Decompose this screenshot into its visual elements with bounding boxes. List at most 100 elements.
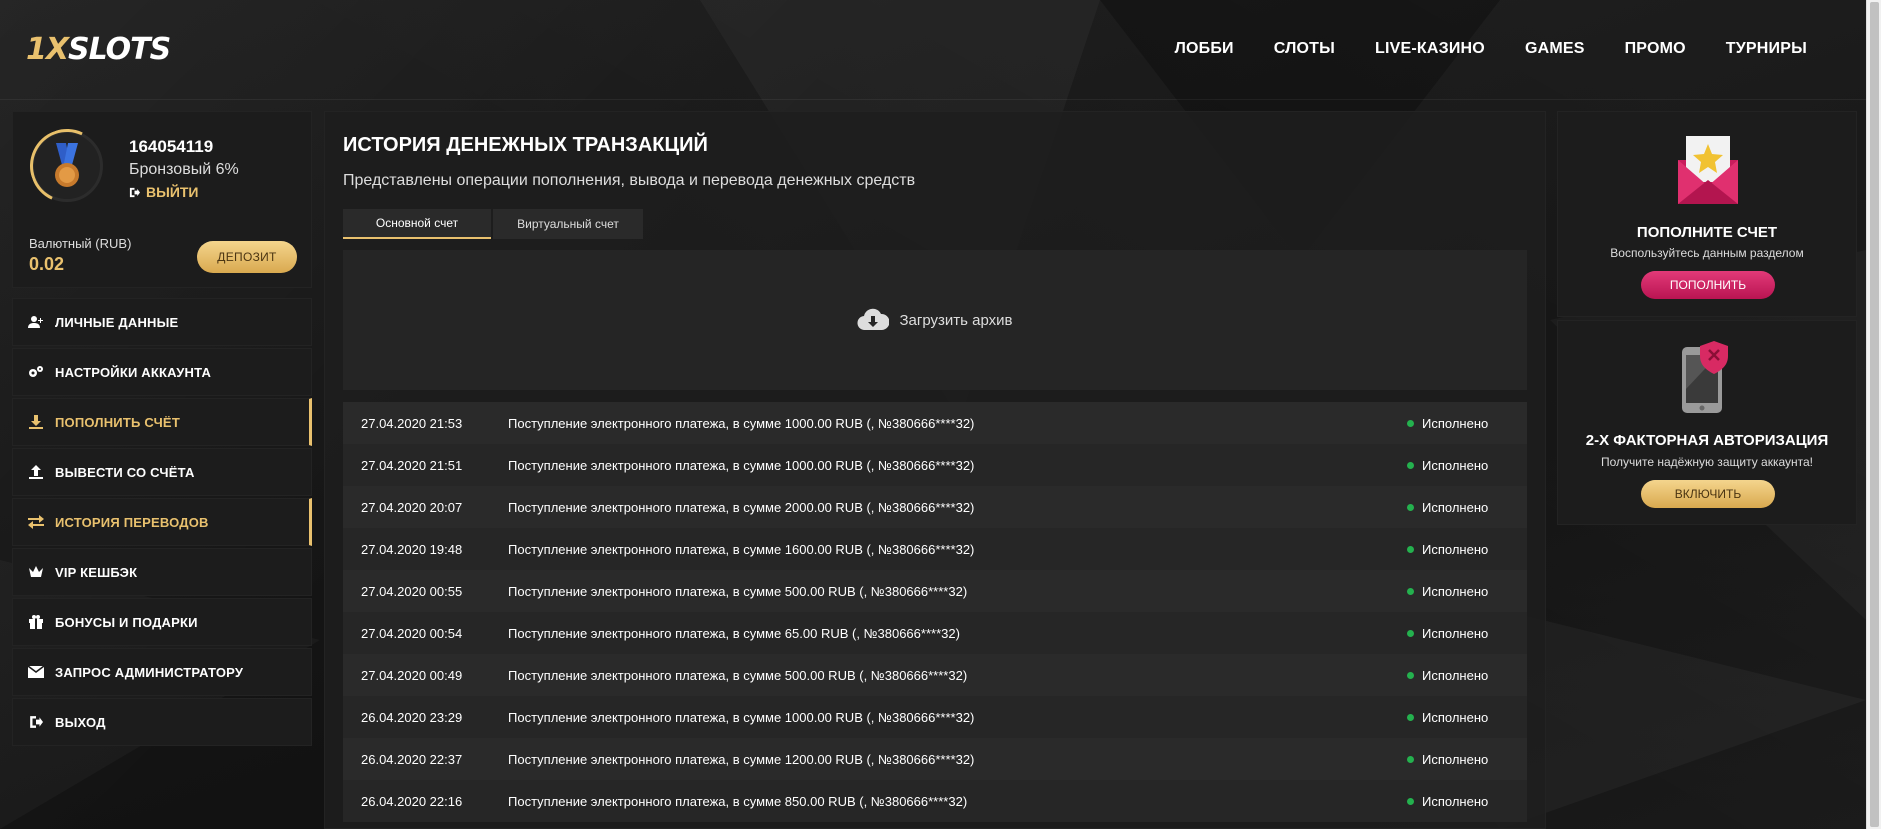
- status-dot: [1407, 629, 1414, 637]
- status-label: Исполнено: [1422, 793, 1489, 809]
- enable-2fa-button[interactable]: ВКЛЮЧИТЬ: [1641, 480, 1775, 508]
- nav-lobby[interactable]: ЛОББИ: [1175, 40, 1234, 58]
- table-row: 27.04.2020 00:54 Поступление электронног…: [343, 612, 1527, 654]
- scrollbar-thumb[interactable]: [1870, 2, 1879, 827]
- nav-promo[interactable]: ПРОМО: [1625, 40, 1686, 58]
- menu-label: ЛИЧНЫЕ ДАННЫЕ: [55, 314, 179, 330]
- table-row: 27.04.2020 19:48 Поступление электронног…: [343, 528, 1527, 570]
- status-dot: [1407, 461, 1414, 469]
- tx-description: Поступление электронного платежа, в сумм…: [508, 415, 975, 431]
- table-row: 27.04.2020 21:51 Поступление электронног…: [343, 444, 1527, 486]
- upload-archive-label: Загрузить архив: [899, 311, 1013, 329]
- status-dot: [1407, 587, 1414, 595]
- status-dot: [1407, 713, 1414, 721]
- menu-label: ЗАПРОС АДМИНИСТРАТОРУ: [55, 664, 244, 680]
- nav-tournaments[interactable]: ТУРНИРЫ: [1726, 40, 1807, 58]
- status-label: Исполнено: [1422, 583, 1489, 599]
- transactions-panel: ИСТОРИЯ ДЕНЕЖНЫХ ТРАНЗАКЦИЙ Представлены…: [324, 111, 1546, 829]
- download-icon: [27, 414, 45, 430]
- menu-item-admin-request[interactable]: ЗАПРОС АДМИНИСТРАТОРУ: [12, 648, 312, 696]
- table-row: 26.04.2020 22:37 Поступление электронног…: [343, 738, 1527, 780]
- tx-date: 26.04.2020 22:37: [361, 751, 463, 767]
- tx-description: Поступление электронного платежа, в сумм…: [508, 499, 975, 515]
- nav-slots[interactable]: СЛОТЫ: [1274, 40, 1335, 58]
- tab-virtual-account[interactable]: Виртуальный счет: [493, 209, 643, 239]
- tx-date: 27.04.2020 00:49: [361, 667, 463, 683]
- status-dot: [1407, 545, 1414, 553]
- user-id: 164054119: [129, 137, 214, 156]
- page-subtitle: Представлены операции пополнения, вывода…: [343, 172, 916, 189]
- logo-part2: SLOTS: [68, 32, 171, 67]
- account-menu: ЛИЧНЫЕ ДАННЫЕ НАСТРОЙКИ АККАУНТА ПОПОЛНИ…: [12, 298, 312, 748]
- tx-description: Поступление электронного платежа, в сумм…: [508, 667, 968, 683]
- main-nav: ЛОББИ СЛОТЫ LIVE-КАЗИНО GAMES ПРОМО ТУРН…: [1175, 40, 1807, 58]
- top-up-button[interactable]: ПОПОЛНИТЬ: [1641, 271, 1775, 299]
- menu-item-transfer-history[interactable]: ИСТОРИЯ ПЕРЕВОДОВ: [12, 498, 312, 546]
- menu-label: ВЫХОД: [55, 714, 106, 730]
- crown-icon: [27, 564, 45, 580]
- tx-status: Исполнено: [1407, 542, 1527, 557]
- card-description: Воспользуйтесь данным разделом: [1610, 246, 1804, 260]
- cloud-download-icon: [857, 308, 890, 331]
- menu-item-vip-cashback[interactable]: VIP КЕШБЭК: [12, 548, 312, 596]
- nav-live-casino[interactable]: LIVE-КАЗИНО: [1375, 40, 1485, 58]
- gift-icon: [27, 614, 45, 630]
- phone-shield-icon: [1682, 341, 1728, 413]
- sign-out-icon: [27, 714, 45, 730]
- account-tabs: Основной счет Виртуальный счет: [343, 209, 643, 239]
- tx-date: 26.04.2020 22:16: [361, 793, 463, 809]
- transactions-table: 27.04.2020 21:53 Поступление электронног…: [343, 402, 1527, 822]
- menu-label: ВЫВЕСТИ СО СЧЁТА: [55, 464, 195, 480]
- tx-description: Поступление электронного платежа, в сумм…: [508, 751, 975, 767]
- table-row: 26.04.2020 22:16 Поступление электронног…: [343, 780, 1527, 822]
- tx-status: Исполнено: [1407, 500, 1527, 515]
- tab-main-account[interactable]: Основной счет: [343, 209, 491, 239]
- status-dot: [1407, 503, 1414, 511]
- status-dot: [1407, 797, 1414, 805]
- tx-description: Поступление электронного платежа, в сумм…: [508, 709, 975, 725]
- menu-item-deposit[interactable]: ПОПОЛНИТЬ СЧЁТ: [12, 398, 312, 446]
- table-row: 27.04.2020 20:07 Поступление электронног…: [343, 486, 1527, 528]
- menu-item-bonuses[interactable]: БОНУСЫ И ПОДАРКИ: [12, 598, 312, 646]
- status-label: Исполнено: [1422, 541, 1489, 557]
- gears-icon: [27, 364, 45, 380]
- table-row: 27.04.2020 00:55 Поступление электронног…: [343, 570, 1527, 612]
- two-factor-card: 2-Х ФАКТОРНАЯ АВТОРИЗАЦИЯ Получите надёж…: [1557, 320, 1857, 525]
- logo[interactable]: 1XSLOTS: [26, 32, 171, 67]
- menu-item-withdraw[interactable]: ВЫВЕСТИ СО СЧЁТА: [12, 448, 312, 496]
- tx-status: Исполнено: [1407, 668, 1527, 683]
- status-label: Исполнено: [1422, 751, 1489, 767]
- avatar: [19, 118, 115, 214]
- balance-label: Валютный (RUB): [29, 236, 132, 251]
- logout-link[interactable]: ВЫЙТИ: [129, 184, 199, 200]
- bronze-medal-icon: [55, 143, 79, 187]
- status-dot: [1407, 419, 1414, 427]
- menu-item-exit[interactable]: ВЫХОД: [12, 698, 312, 746]
- profile-card: 164054119 Бронзовый 6% ВЫЙТИ Валютный (R…: [12, 111, 312, 288]
- status-dot: [1407, 755, 1414, 763]
- menu-label: ПОПОЛНИТЬ СЧЁТ: [55, 414, 180, 430]
- envelope-icon: [27, 664, 45, 680]
- status-label: Исполнено: [1422, 667, 1489, 683]
- tx-status: Исполнено: [1407, 752, 1527, 767]
- sign-out-icon: [129, 187, 140, 197]
- status-dot: [1407, 671, 1414, 679]
- tx-status: Исполнено: [1407, 584, 1527, 599]
- menu-label: НАСТРОЙКИ АККАУНТА: [55, 364, 212, 380]
- page-scrollbar[interactable]: [1866, 0, 1881, 829]
- status-label: Исполнено: [1422, 625, 1489, 641]
- deposit-promo-card: ПОПОЛНИТЕ СЧЕТ Воспользуйтесь данным раз…: [1557, 111, 1857, 317]
- page-title: ИСТОРИЯ ДЕНЕЖНЫХ ТРАНЗАКЦИЙ: [343, 134, 708, 156]
- nav-games[interactable]: GAMES: [1525, 40, 1585, 58]
- user-level: Бронзовый 6%: [129, 161, 239, 178]
- balance-value: 0.02: [29, 254, 65, 274]
- tx-date: 26.04.2020 23:29: [361, 709, 463, 725]
- tx-date: 27.04.2020 21:53: [361, 415, 463, 431]
- menu-item-account-settings[interactable]: НАСТРОЙКИ АККАУНТА: [12, 348, 312, 396]
- upload-archive-button[interactable]: Загрузить архив: [343, 250, 1527, 390]
- menu-item-personal-data[interactable]: ЛИЧНЫЕ ДАННЫЕ: [12, 298, 312, 346]
- tx-status: Исполнено: [1407, 710, 1527, 725]
- status-label: Исполнено: [1422, 457, 1489, 473]
- deposit-button[interactable]: ДЕПОЗИТ: [197, 241, 297, 273]
- tx-description: Поступление электронного платежа, в сумм…: [508, 625, 960, 641]
